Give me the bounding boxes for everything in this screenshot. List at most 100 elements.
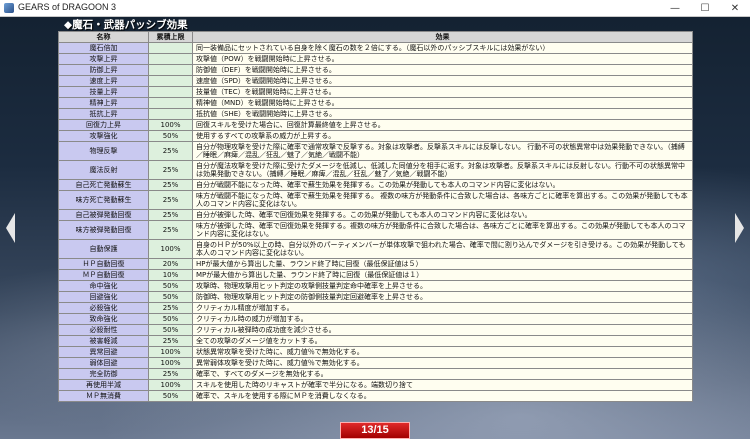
skill-name: ＭＰ無消費 bbox=[58, 390, 149, 402]
skill-limit bbox=[148, 97, 193, 109]
skill-effect: クリティカル被弾時の成功度を減少させる。 bbox=[192, 324, 693, 336]
skill-limit: 50% bbox=[148, 291, 193, 303]
skill-name: 再使用半減 bbox=[58, 379, 149, 391]
skill-limit: 50% bbox=[148, 324, 193, 336]
skill-effect: 自身のＨＰが50%以上の時、自分以外のパーティメンバーが単体攻撃で狙われた場合、… bbox=[192, 239, 693, 259]
skill-limit: 25% bbox=[148, 141, 193, 161]
skill-name: 攻撃上昇 bbox=[58, 53, 149, 65]
skill-limit: 100% bbox=[148, 239, 193, 259]
skill-limit: 25% bbox=[148, 368, 193, 380]
table-row: 自己被弾発動回復 25% 自分が被弾した時、確率で回復効果を発揮する。この効果が発動… bbox=[58, 209, 693, 221]
table-row: 技量上昇 技量値（TEC）を戦闘開始時に上昇させる。 bbox=[58, 86, 693, 98]
minimize-button[interactable]: — bbox=[660, 0, 690, 17]
table-row: 被害軽減 25% 全ての攻撃のダメージ値をカットする。 bbox=[58, 335, 693, 347]
table-row: 魔石倍加 同一装備品にセットされている自身を除く魔石の数を２倍にする。（魔石以外の… bbox=[58, 42, 693, 54]
skill-limit: 25% bbox=[148, 302, 193, 314]
skill-name: 回避強化 bbox=[58, 291, 149, 303]
table-row: 必殺耐性 50% クリティカル被弾時の成功度を減少させる。 bbox=[58, 324, 693, 336]
skill-limit: 50% bbox=[148, 390, 193, 402]
table-row: 味方死亡発動蘇生 25% 味方が戦闘不能になった時、確率で蘇生効果を発揮する。 複数… bbox=[58, 190, 693, 210]
table-row: 必殺強化 25% クリティカル精度が増加する。 bbox=[58, 302, 693, 314]
skill-effect: 防御値（DEF）を戦闘開始時に上昇させる。 bbox=[192, 64, 693, 76]
table-row: 完全防御 25% 確率で、すべてのダメージを無効化する。 bbox=[58, 368, 693, 380]
title-bar: GEARS of DRAGOON 3 — ☐ ✕ bbox=[0, 0, 750, 17]
skill-name: 回復力上昇 bbox=[58, 119, 149, 131]
skill-limit bbox=[148, 108, 193, 120]
skill-limit: 25% bbox=[148, 179, 193, 191]
window-title: GEARS of DRAGOON 3 bbox=[18, 2, 117, 12]
skill-limit: 100% bbox=[148, 119, 193, 131]
skill-name: 完全防御 bbox=[58, 368, 149, 380]
table-row: 再使用半減 100% スキルを使用した時のリキャストが確率で半分になる。端数切り捨て bbox=[58, 379, 693, 391]
table-row: 精神上昇 精神値（MND）を戦闘開始時に上昇させる。 bbox=[58, 97, 693, 109]
header-name: 名称 bbox=[58, 31, 149, 43]
skill-limit bbox=[148, 64, 193, 76]
skill-name: 魔石倍加 bbox=[58, 42, 149, 54]
table-row: 魔法反射 25% 自分が魔法攻撃を受けた際に受けたダメージを低減し、低減した同値分を… bbox=[58, 160, 693, 180]
table-row: 致命強化 50% クリティカル時の威力が増加する。 bbox=[58, 313, 693, 325]
skill-effect: MPが最大値から算出した量、ラウンド終了時に回復（最低保証値は１） bbox=[192, 269, 693, 281]
skill-limit: 25% bbox=[148, 220, 193, 240]
skill-limit bbox=[148, 75, 193, 87]
skill-effect: HPが最大値から算出した量、ラウンド終了時に回復（最低保証値は５） bbox=[192, 258, 693, 270]
skill-limit: 50% bbox=[148, 130, 193, 142]
skill-name: 攻撃強化 bbox=[58, 130, 149, 142]
skill-effect: 確率で、スキルを使用する際にＭＰを消費しなくなる。 bbox=[192, 390, 693, 402]
skill-limit: 50% bbox=[148, 313, 193, 325]
skill-name: 自動保護 bbox=[58, 239, 149, 259]
table-row: 攻撃上昇 攻撃値（POW）を戦闘開始時に上昇させる。 bbox=[58, 53, 693, 65]
skill-effect: 自分が物理攻撃を受けた際に確率で通常攻撃で反撃する。対象は攻撃者。反撃系スキルに… bbox=[192, 141, 693, 161]
table-row: 味方被弾発動回復 25% 味方が被弾した時、確率で回復効果を発揮する。複数の味方が発… bbox=[58, 220, 693, 240]
arrow-left-icon[interactable] bbox=[6, 213, 15, 243]
table-row: 防御上昇 防御値（DEF）を戦闘開始時に上昇させる。 bbox=[58, 64, 693, 76]
skill-name: 致命強化 bbox=[58, 313, 149, 325]
skill-name: 魔法反射 bbox=[58, 160, 149, 180]
skill-effect: 確率で、すべてのダメージを無効化する。 bbox=[192, 368, 693, 380]
table-row: 抵抗上昇 抵抗値（SHE）を戦闘開始時に上昇させる。 bbox=[58, 108, 693, 120]
skill-limit: 20% bbox=[148, 258, 193, 270]
table-row: 弱体回避 100% 異常弱体攻撃を受けた時に、威力値％で無効化する。 bbox=[58, 357, 693, 369]
skill-effect: 状態異常攻撃を受けた時に、威力値％で無効化する。 bbox=[192, 346, 693, 358]
skill-effect: 自分が被弾した時、確率で回復効果を発揮する。この効果が発動しても本人のコマンド内… bbox=[192, 209, 693, 221]
skill-effect: 攻撃値（POW）を戦闘開始時に上昇させる。 bbox=[192, 53, 693, 65]
skill-name: 速度上昇 bbox=[58, 75, 149, 87]
skill-effect: 自分が魔法攻撃を受けた際に受けたダメージを低減し、低減した同値分を相手に返す。対… bbox=[192, 160, 693, 180]
table-row: 物理反撃 25% 自分が物理攻撃を受けた際に確率で通常攻撃で反撃する。対象は攻撃者。… bbox=[58, 141, 693, 161]
arrow-right-icon[interactable] bbox=[735, 213, 744, 243]
skill-effect: 速度値（SPD）を戦闘開始時に上昇させる。 bbox=[192, 75, 693, 87]
table-header-row: 名称 累積上限 効果 bbox=[58, 31, 693, 43]
table-row: 異常回避 100% 状態異常攻撃を受けた時に、威力値％で無効化する。 bbox=[58, 346, 693, 358]
table-row: 回復力上昇 100% 回復スキルを受けた場合に、回復計算最終値を上昇させる。 bbox=[58, 119, 693, 131]
skill-name: 味方被弾発動回復 bbox=[58, 220, 149, 240]
skill-effect: 攻撃時、物理攻撃用ヒット判定の攻撃側技量判定命中確率を上昇させる。 bbox=[192, 280, 693, 292]
skill-name: 弱体回避 bbox=[58, 357, 149, 369]
skill-effect: 回復スキルを受けた場合に、回復計算最終値を上昇させる。 bbox=[192, 119, 693, 131]
skill-name: 自己死亡発動蘇生 bbox=[58, 179, 149, 191]
skill-name: 異常回避 bbox=[58, 346, 149, 358]
skill-limit bbox=[148, 86, 193, 98]
page-indicator: 13/15 bbox=[340, 422, 410, 439]
skill-effect: 精神値（MND）を戦闘開始時に上昇させる。 bbox=[192, 97, 693, 109]
skill-name: ＨＰ自動回復 bbox=[58, 258, 149, 270]
skill-limit: 100% bbox=[148, 379, 193, 391]
skill-name: 必殺耐性 bbox=[58, 324, 149, 336]
skill-limit bbox=[148, 42, 193, 54]
table-row: ＭＰ自動回復 10% MPが最大値から算出した量、ラウンド終了時に回復（最低保証値は… bbox=[58, 269, 693, 281]
skill-name: 命中強化 bbox=[58, 280, 149, 292]
passive-skill-table: 名称 累積上限 効果 魔石倍加 同一装備品にセットされている自身を除く魔石の数を２… bbox=[58, 31, 693, 402]
section-title: ◆魔石・武器パッシブ効果 bbox=[64, 19, 188, 31]
skill-limit: 25% bbox=[148, 190, 193, 210]
table-row: 速度上昇 速度値（SPD）を戦闘開始時に上昇させる。 bbox=[58, 75, 693, 87]
table-row: ＨＰ自動回復 20% HPが最大値から算出した量、ラウンド終了時に回復（最低保証値は… bbox=[58, 258, 693, 270]
skill-limit: 50% bbox=[148, 280, 193, 292]
skill-name: 防御上昇 bbox=[58, 64, 149, 76]
skill-name: 物理反撃 bbox=[58, 141, 149, 161]
game-stage: ◆魔石・武器パッシブ効果 名称 累積上限 効果 魔石倍加 同一装備品にセットされて… bbox=[0, 17, 750, 439]
skill-effect: スキルを使用した時のリキャストが確率で半分になる。端数切り捨て bbox=[192, 379, 693, 391]
table-row: 自己死亡発動蘇生 25% 自分が戦闘不能になった時、確率で蘇生効果を発揮する。この効… bbox=[58, 179, 693, 191]
skill-limit: 25% bbox=[148, 209, 193, 221]
skill-effect: 防御時、物理攻撃用ヒット判定の防御側技量判定回避確率を上昇させる。 bbox=[192, 291, 693, 303]
skill-limit: 25% bbox=[148, 160, 193, 180]
maximize-button[interactable]: ☐ bbox=[690, 0, 720, 17]
close-button[interactable]: ✕ bbox=[720, 0, 750, 17]
